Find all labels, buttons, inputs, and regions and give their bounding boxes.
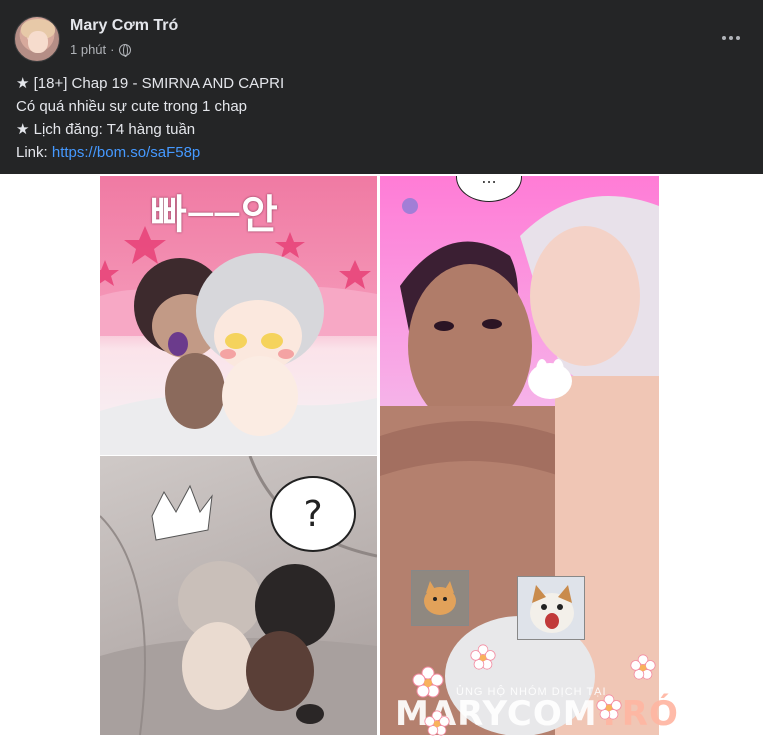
post-link-line: Link: https://bom.so/saF58p	[16, 141, 746, 164]
speech-bubble: ?	[270, 476, 356, 552]
flower-icon	[424, 710, 450, 736]
speech-bubble-text: ...	[481, 176, 497, 187]
panel-3-art	[380, 196, 659, 735]
more-horizontal-icon	[722, 36, 726, 40]
cat-thumbnail-1	[411, 570, 469, 626]
post-text: ★ [18+] Chap 19 - SMIRNA AND CAPRI Có qu…	[16, 72, 746, 164]
globe-icon[interactable]	[118, 43, 131, 57]
post-link[interactable]: https://bom.so/saF58p	[52, 144, 200, 161]
flower-icon	[596, 694, 622, 720]
post-image[interactable]: 빠──안 ? ... ỦNG HỘ NHÓM DỊCH TẠI MARYCOMT…	[0, 174, 763, 737]
speech-bubble-text: ?	[303, 493, 323, 535]
cat-thumbnail-2	[517, 576, 585, 640]
comic-panel-1: 빠──안	[100, 176, 377, 455]
link-label: Link:	[16, 144, 48, 161]
cat-image-icon	[518, 577, 584, 639]
author-name[interactable]: Mary Cơm Tró	[70, 17, 178, 35]
post-text-line: ★ [18+] Chap 19 - SMIRNA AND CAPRI	[16, 75, 285, 92]
more-options-button[interactable]	[713, 24, 749, 52]
post-time[interactable]: 1 phút	[70, 42, 106, 57]
flower-icon	[630, 654, 656, 680]
flower-icon	[412, 666, 444, 698]
post-header: Mary Cơm Tró 1 phút ·	[14, 14, 749, 64]
facebook-post: Mary Cơm Tró 1 phút · ★ [18+] Chap 19 - …	[0, 0, 763, 737]
comic-panel-3: ...	[380, 176, 659, 735]
flower-icon	[470, 644, 496, 670]
post-text-line: ★ Lịch đăng: T4 hàng tuần	[16, 121, 196, 138]
avatar[interactable]	[14, 16, 60, 62]
meta-separator: ·	[110, 42, 115, 57]
sound-effect-text: 빠──안	[150, 192, 280, 238]
cat-image-icon	[412, 571, 468, 625]
post-meta: 1 phút ·	[70, 42, 131, 57]
post-text-line: Có quá nhiều sự cute trong 1 chap	[16, 98, 248, 115]
comic-panel-2: ?	[100, 456, 377, 735]
